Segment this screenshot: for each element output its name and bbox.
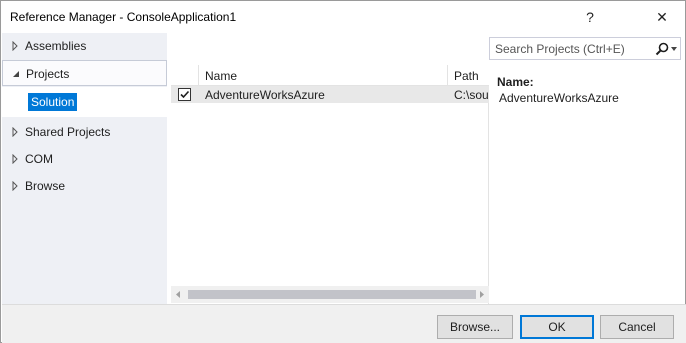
scroll-left-icon[interactable] (173, 289, 184, 300)
close-button[interactable]: ✕ (639, 1, 685, 33)
expand-arrow-icon (12, 127, 18, 137)
horizontal-scrollbar[interactable] (171, 286, 489, 303)
include-checkbox[interactable] (178, 88, 191, 101)
scrollbar-thumb[interactable] (188, 290, 476, 299)
help-button[interactable]: ? (567, 1, 613, 33)
column-header-name[interactable]: Name (200, 65, 448, 86)
sidebar-item-label: COM (25, 152, 53, 166)
reference-manager-dialog: Reference Manager - ConsoleApplication1 … (0, 0, 686, 343)
search-input[interactable]: Search Projects (Ctrl+E) (489, 37, 681, 60)
sidebar-item-projects[interactable]: Projects (2, 60, 167, 86)
sidebar-item-solution[interactable]: Solution (2, 87, 167, 117)
browse-button[interactable]: Browse... (437, 315, 513, 339)
ok-button[interactable]: OK (520, 315, 594, 339)
table-row[interactable]: AdventureWorksAzure C:\sou (171, 86, 489, 103)
row-path-cell: C:\sou (454, 88, 489, 102)
details-pane: Name: AdventureWorksAzure (489, 65, 685, 304)
dropdown-arrow-icon[interactable] (671, 47, 677, 52)
expand-arrow-icon (12, 41, 18, 51)
cancel-button-label: Cancel (618, 320, 656, 334)
title-bar: Reference Manager - ConsoleApplication1 … (1, 1, 685, 33)
sidebar-item-label: Projects (26, 67, 70, 81)
checkmark-icon (180, 90, 190, 99)
sidebar-item-shared-projects[interactable]: Shared Projects (2, 119, 167, 145)
expand-arrow-icon (12, 181, 18, 191)
sidebar-item-label: Solution (28, 93, 78, 111)
dialog-title: Reference Manager - ConsoleApplication1 (10, 10, 237, 24)
scroll-right-icon[interactable] (476, 289, 487, 300)
sidebar: Assemblies Projects Solution Shared Proj… (2, 33, 167, 304)
sidebar-item-label: Browse (25, 179, 66, 193)
sidebar-item-label: Assemblies (25, 39, 87, 53)
dialog-footer: Browse... OK Cancel (2, 304, 686, 343)
column-header-label: Path (454, 69, 479, 83)
row-name-cell: AdventureWorksAzure (205, 88, 325, 102)
checkbox-column-header (171, 65, 199, 86)
sidebar-item-assemblies[interactable]: Assemblies (2, 33, 167, 59)
sidebar-item-label: Shared Projects (25, 125, 111, 139)
search-placeholder: Search Projects (Ctrl+E) (495, 42, 625, 56)
projects-grid: Name Path AdventureWorksAzure C:\sou (171, 65, 489, 304)
grid-header: Name Path (171, 65, 489, 86)
browse-button-label: Browse... (449, 320, 500, 334)
details-name-label: Name: (497, 75, 534, 89)
collapse-arrow-icon (13, 71, 19, 77)
ok-button-label: OK (548, 320, 566, 334)
expand-arrow-icon (12, 154, 18, 164)
sidebar-item-com[interactable]: COM (2, 146, 167, 172)
cancel-button[interactable]: Cancel (600, 315, 674, 339)
sidebar-item-browse[interactable]: Browse (2, 173, 167, 199)
search-icon[interactable] (655, 42, 669, 56)
column-header-path[interactable]: Path (449, 65, 489, 86)
column-header-label: Name (205, 69, 238, 83)
details-name-value: AdventureWorksAzure (499, 91, 619, 105)
